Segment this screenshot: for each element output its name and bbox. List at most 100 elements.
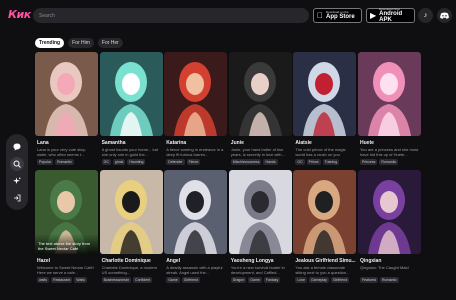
character-description: Charlotte Dominique, a modern US somethi… [101,265,158,275]
character-image [358,52,421,136]
tag-list: OC ghost Haunting [101,159,161,165]
tag-chip[interactable]: Romantic [379,159,399,165]
tag-list: Defender Fierce [166,159,225,165]
tag-chip[interactable]: Girlfriend [181,277,200,283]
tiktok-icon[interactable]: ♪ [418,8,433,23]
character-card[interactable]: Aiatsie The cold prince of the magic worl… [293,52,357,165]
character-description: Qingxian: The Caught Maid [360,265,409,270]
tag-chip[interactable]: Princess [360,159,378,165]
character-card[interactable]: Lana Lana is your very cute step-sister, … [35,52,98,165]
character-image [35,52,98,136]
character-image [99,52,163,136]
tag-chip[interactable]: Dragon [230,277,247,283]
android-apk-button[interactable]: ▶ Download Chat Android APK [366,8,415,23]
character-name: Angel [166,258,181,264]
character-image: The text above the story from the Sweet … [35,170,98,254]
tag-chip[interactable]: Girlfriend [330,277,350,283]
tag-chip[interactable]: Romantic [55,159,74,165]
login-icon[interactable] [10,191,24,205]
category-tabs: Trending For Him For Her [35,38,123,48]
character-name: Yaosheng Longya [230,258,274,264]
character-card[interactable]: Qingxian Qingxian: The Caught Maid Feature… [358,170,421,283]
tag-chip[interactable]: Prince [306,159,321,165]
character-card[interactable]: Samantha A ghost haunts your home... but … [99,52,163,165]
tag-chip[interactable]: Popular [37,159,54,165]
tag-chip[interactable]: Waifu [74,277,88,283]
android-icon: ▶ [370,10,377,20]
character-image [228,170,292,254]
character-name: Jealous Girlfriend Simu... [295,258,356,264]
tag-chip[interactable]: Game [166,277,180,283]
character-name: Katarina [166,140,187,146]
character-card[interactable]: Yaosheng Longya You're a new survival lea… [228,170,292,283]
character-image [293,170,357,254]
tag-chip[interactable]: Game [248,277,262,283]
character-description: You are a princess and she must have hid… [360,147,419,157]
tag-chip[interactable]: Confident [133,277,153,283]
character-card[interactable]: Angel A deadly assassin with a playful st… [164,170,228,283]
character-description: A fierce warring in endeavor in a deep f… [166,147,224,157]
tag-chip[interactable]: Defender [166,159,185,165]
discord-icon[interactable] [437,8,452,23]
character-card[interactable]: Huete You are a princess and she must hav… [358,52,421,165]
tag-chip[interactable]: Businesswoman [101,277,132,283]
tag-chip[interactable]: waifu [37,277,50,283]
tag-chip[interactable]: Featured [360,277,379,283]
tag-chip[interactable]: Hands [263,159,278,165]
character-card[interactable]: Katarina A fierce warring in endeavor in … [164,52,228,165]
character-name: Charlotte Dominique [101,258,151,264]
character-card[interactable]: Charlotte Dominique Charlotte Dominique, … [99,170,163,283]
character-card[interactable]: The text above the story from the Sweet … [35,170,98,283]
character-image [99,170,163,254]
character-description: A deadly assassin with a playful streak.… [166,265,223,275]
character-description: You ask a female classmate sitting next … [295,265,350,275]
tab-for-her[interactable]: For Her [97,38,123,48]
character-name: Junie [230,140,244,146]
tag-chip[interactable]: Fierce [186,159,201,165]
character-name: Hazel [37,258,51,264]
tag-list: Popular Romantic [37,159,96,165]
character-name: Huete [360,140,374,146]
character-card[interactable]: Jealous Girlfriend Simu... You ask a fema… [293,170,357,283]
sparkle-icon[interactable] [10,174,24,188]
tag-chip[interactable]: ghost [112,159,126,165]
tag-list: Mischievousness Hands [230,159,290,165]
apple-icon:  [317,11,323,20]
tag-chip[interactable]: Gameplay [308,277,329,283]
character-description: Welcome to Sweet Nectar Café! Here we se… [37,265,94,275]
tag-chip[interactable]: Restaurant [51,277,73,283]
character-image [228,52,292,136]
search-bar[interactable] [33,8,309,23]
android-label: Android APK [379,11,403,23]
character-description: The cold prince of the magic world has a… [295,147,346,157]
character-image [358,170,421,254]
tag-chip[interactable]: OC [295,159,305,165]
tag-chip[interactable]: Training [322,159,340,165]
app-store-button[interactable]:  Download on the App Store [313,8,362,23]
logo[interactable]: Кик [8,8,31,21]
tag-chip[interactable]: Fantasy [263,277,281,283]
character-image [164,52,228,136]
character-description: Junie, your hand butler of two years, is… [230,147,285,157]
tag-chip[interactable]: OC [101,159,111,165]
search-input[interactable] [39,12,309,19]
character-image [164,170,228,254]
character-description: You're a new survival leader in developm… [230,265,285,275]
character-card[interactable]: Junie Junie, your hand butler of two year… [228,52,292,165]
search-icon[interactable] [10,156,24,171]
character-name: Qingxian [360,258,382,264]
tab-for-him[interactable]: For Him [68,38,94,48]
card-overlay-text: The text above the story from the Sweet … [35,234,98,254]
tag-chip[interactable]: Romantic [380,277,399,283]
character-name: Samantha [101,140,126,146]
tag-list: Love Gameplay Girlfriend [295,277,354,283]
chat-icon[interactable] [10,140,24,154]
app-store-label: App Store [320,14,355,20]
tab-trending[interactable]: Trending [35,38,65,48]
tag-list: Featured Romantic [360,277,419,283]
tag-list: Businesswoman Confident [101,277,161,283]
character-name: Lana [37,140,49,146]
tag-chip[interactable]: Haunting [127,159,146,165]
tag-chip[interactable]: Mischievousness [230,159,262,165]
tag-chip[interactable]: Love [295,277,307,283]
